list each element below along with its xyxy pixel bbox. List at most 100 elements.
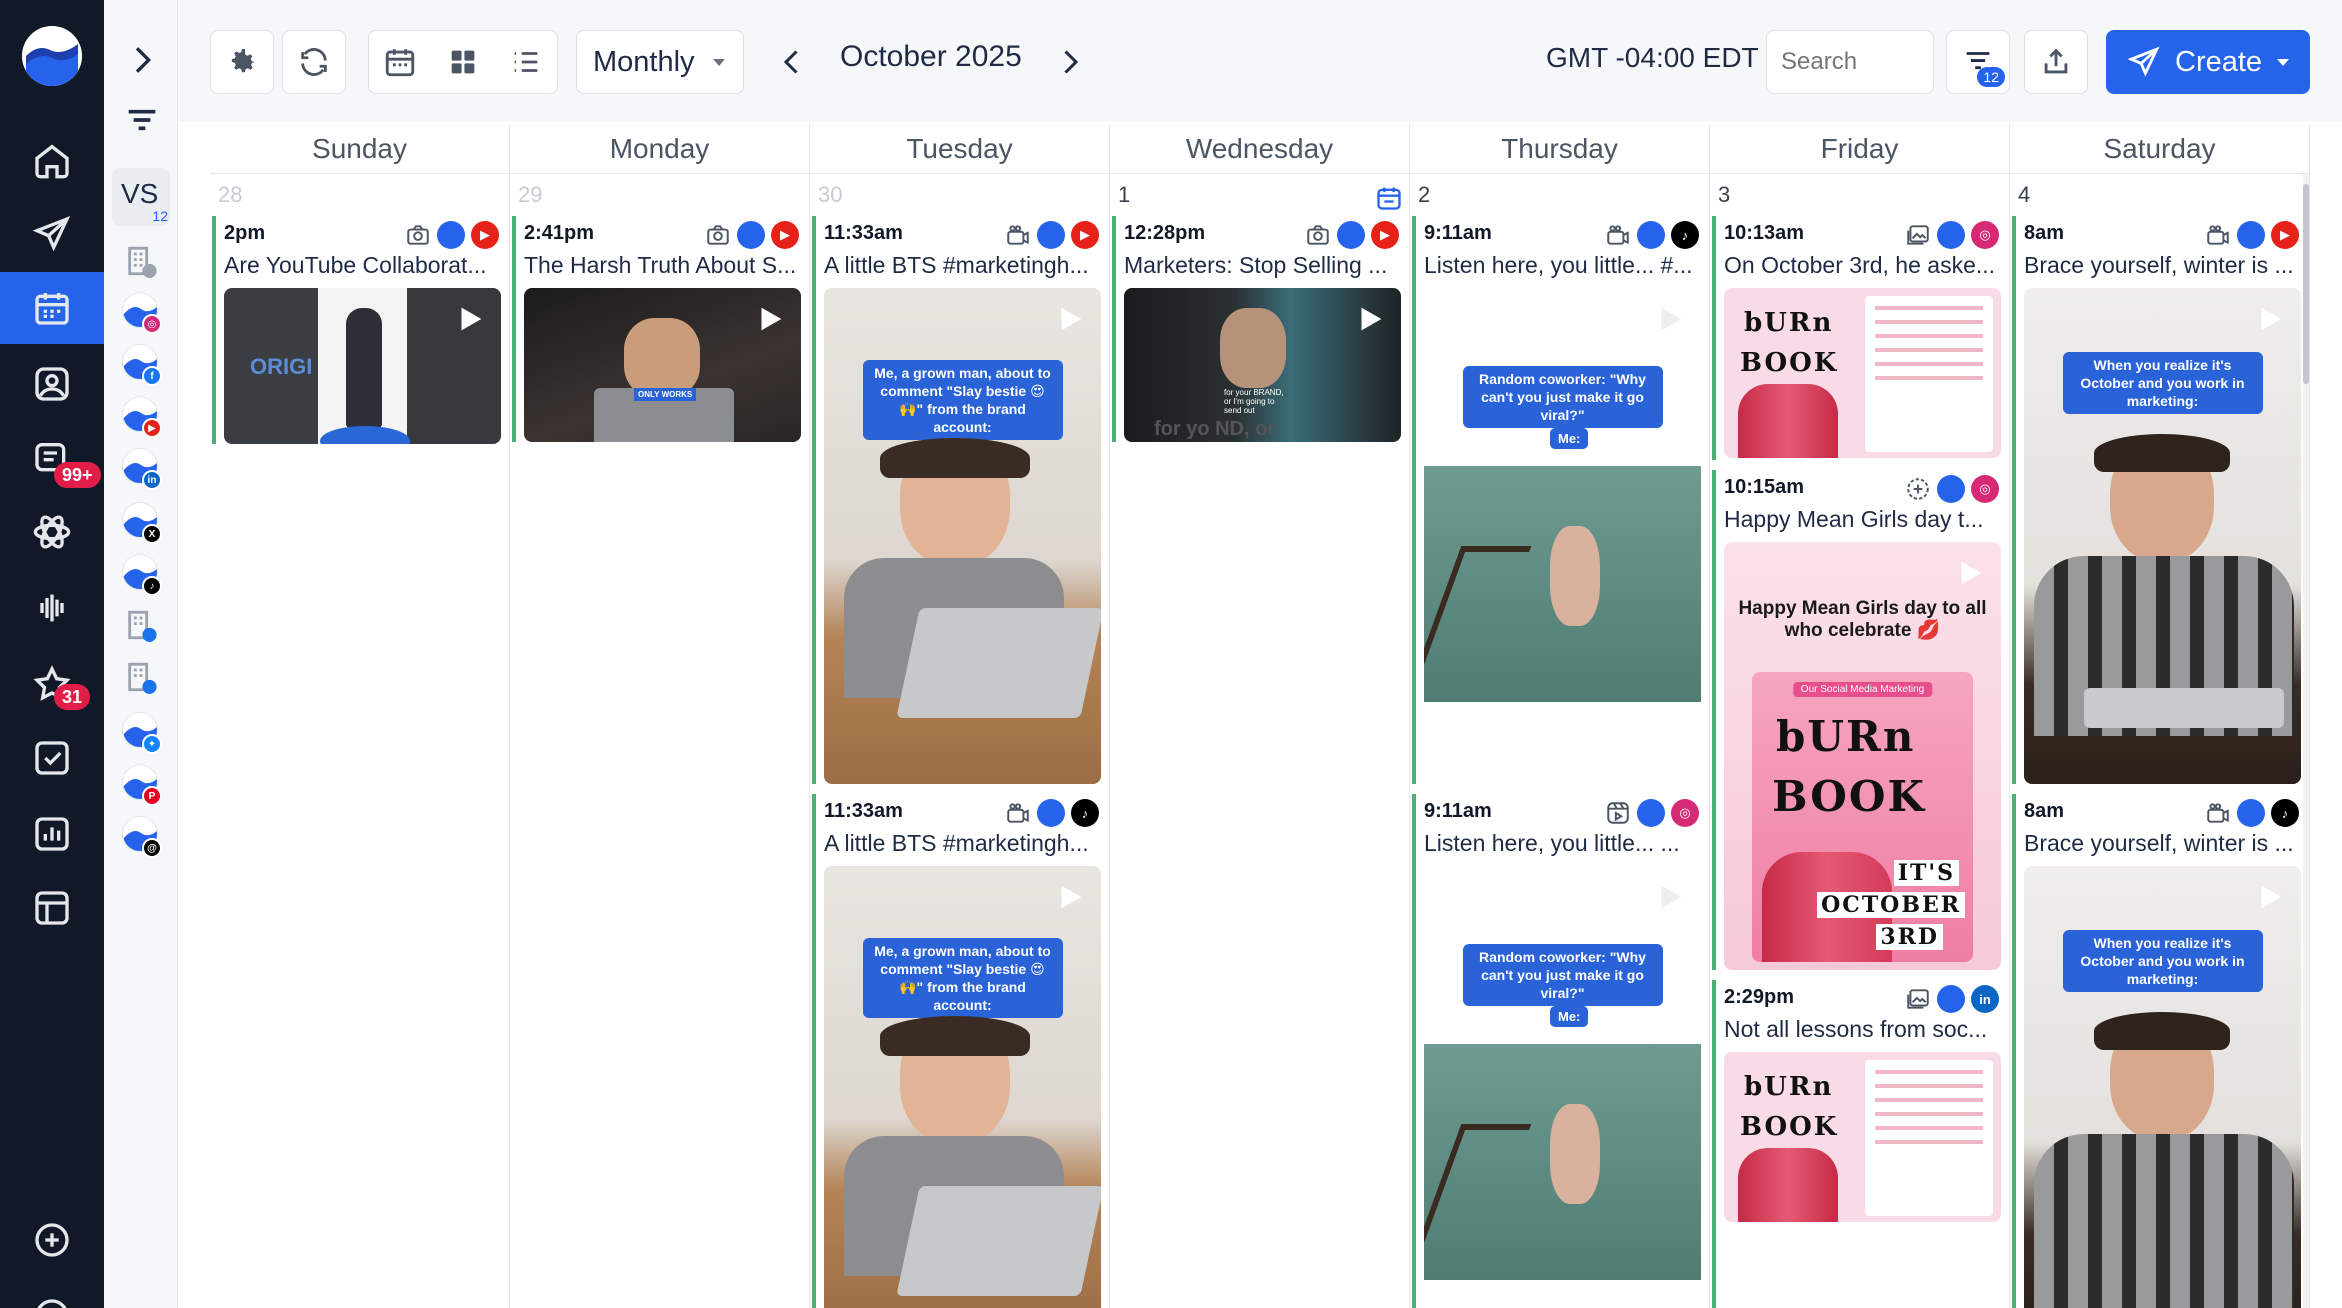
play-icon (1961, 561, 1982, 585)
post-card[interactable]: 8am ▶ Brace yourself, winter is ... When… (2012, 216, 2305, 784)
building-google-icon-2[interactable] (124, 660, 158, 694)
view-toggle-group (368, 30, 558, 94)
post-icons: ▶ (1005, 220, 1099, 250)
linkedin-icon: in (142, 470, 162, 490)
post-time: 2:41pm (524, 222, 595, 244)
day-header-monday: Monday (510, 124, 810, 174)
settings-button[interactable] (210, 30, 274, 94)
post-caption: On October 3rd, he aske... (1724, 252, 1996, 278)
next-month-button[interactable] (1052, 44, 1088, 80)
workspace-switcher[interactable]: VS 12 (112, 168, 170, 226)
burn-text: bURn (1744, 1072, 1834, 1102)
post-caption: Listen here, you little... ... (1424, 830, 1680, 856)
thumb-me-label: Me: (1550, 428, 1589, 449)
post-card[interactable]: 10:13am ◎ On October 3rd, he aske... bUR… (1712, 216, 2005, 460)
day-cell-monday[interactable]: 29 2:41pm ▶ The Harsh Truth About S... O… (510, 174, 810, 1308)
chevron-right-icon[interactable] (122, 40, 162, 80)
date-number: 30 (818, 182, 843, 207)
view-select[interactable]: Monthly (576, 30, 744, 94)
building-google-icon[interactable] (124, 608, 158, 642)
post-card[interactable]: 9:11am ◎ Listen here, you little... ... … (1412, 794, 1705, 1308)
post-icons: ♪ (1605, 220, 1699, 250)
account-avatar-icon (1637, 799, 1665, 827)
dashboard-nav[interactable] (0, 872, 104, 944)
thumb-overlay-text: When you realize it's October and you wo… (2062, 930, 2263, 992)
calendar-view-icon[interactable] (383, 45, 417, 79)
post-icons: ◎ (1905, 474, 1999, 504)
scrollbar-track[interactable] (2303, 174, 2309, 1308)
post-card[interactable]: 9:11am ♪ Listen here, you little... #...… (1412, 216, 1705, 784)
play-icon (2261, 307, 2282, 331)
post-time: 9:11am (1424, 222, 1492, 244)
scrollbar-thumb[interactable] (2303, 184, 2309, 384)
filter-lines-icon[interactable] (122, 100, 162, 140)
post-caption: Brace yourself, winter is ... (2024, 830, 2294, 856)
day-cell-thursday[interactable]: 2 9:11am ♪ Listen here, you little... #.… (1410, 174, 1710, 1308)
calendar-nav[interactable] (0, 272, 104, 344)
post-card[interactable]: 11:33am ▶ A little BTS #marketingh... Me… (812, 216, 1105, 784)
analytics-nav[interactable] (0, 798, 104, 870)
post-icons: ▶ (2205, 220, 2299, 250)
post-icons: ♪ (1005, 798, 1099, 828)
account-column: VS 12 ◎ f ▶ in X ♪ ✦ P @ (104, 0, 178, 1308)
thumb-heading: Happy Mean Girls day to all who celebrat… (1738, 598, 1987, 641)
timezone-label[interactable]: GMT -04:00 EDT (1546, 42, 1759, 74)
day-header-tuesday: Tuesday (810, 124, 1110, 174)
listening-nav[interactable] (0, 572, 104, 644)
day-cell-saturday[interactable]: 4 8am ▶ Brace yourself, winter is ... Wh… (2010, 174, 2310, 1308)
export-button[interactable] (2024, 30, 2088, 94)
tasks-nav[interactable] (0, 722, 104, 794)
inbox-nav[interactable]: 99+ (0, 422, 104, 494)
account-avatar-icon (1937, 985, 1965, 1013)
post-card[interactable]: 2:29pm in Not all lessons from soc... bU… (1712, 980, 2005, 1308)
post-icons: ◎ (1605, 798, 1699, 828)
post-time: 10:13am (1724, 222, 1805, 244)
linkedin-icon: in (1971, 985, 1999, 1013)
home-nav[interactable] (0, 124, 104, 196)
day-cell-sunday[interactable]: 28 2pm ▶ Are YouTube Collaborat... ORIGI (210, 174, 510, 1308)
youtube-icon: ▶ (1071, 221, 1099, 249)
post-card[interactable]: 2pm ▶ Are YouTube Collaborat... ORIGI (212, 216, 505, 444)
ai-nav[interactable] (0, 496, 104, 568)
grid-view-icon[interactable] (446, 45, 480, 79)
post-card[interactable]: 12:28pm ▶ Marketers: Stop Selling ... fo… (1112, 216, 1405, 442)
add-nav[interactable] (0, 1204, 104, 1276)
post-thumbnail: Me, a grown man, about to comment "Slay … (824, 288, 1101, 784)
post-card[interactable]: 11:33am ♪ A little BTS #marketingh... Me… (812, 794, 1105, 1308)
day-cell-friday[interactable]: 3 10:13am ◎ On October 3rd, he aske... b… (1710, 174, 2010, 1308)
calendar-today-icon[interactable] (1375, 184, 1403, 212)
thumb-caption: for yo ND, or (1154, 418, 1276, 440)
help-nav[interactable] (0, 1280, 104, 1308)
day-cell-tuesday[interactable]: 30 11:33am ▶ A little BTS #marketingh...… (810, 174, 1110, 1308)
post-thumbnail: When you realize it's October and you wo… (2024, 866, 2301, 1308)
building-icon[interactable] (124, 244, 158, 278)
brand-logo[interactable] (22, 26, 82, 86)
day-cell-wednesday[interactable]: 1 12:28pm ▶ Marketers: Stop Selling ... … (1110, 174, 1410, 1308)
caret-down-icon[interactable] (2271, 50, 2295, 74)
search-input[interactable] (1766, 30, 1934, 94)
post-icons: ▶ (405, 220, 499, 250)
person-face (624, 318, 700, 398)
laptop-shape (2084, 688, 2284, 728)
list-view-icon[interactable] (509, 45, 543, 79)
person-hair (2094, 1012, 2230, 1050)
post-card[interactable]: 2:41pm ▶ The Harsh Truth About S... ONLY… (512, 216, 805, 442)
post-card[interactable]: 8am ♪ Brace yourself, winter is ... When… (2012, 794, 2305, 1308)
media-nav[interactable] (0, 348, 104, 420)
pinterest-icon: P (142, 786, 162, 806)
month-label: October 2025 (840, 40, 1022, 73)
publish-nav[interactable] (0, 198, 104, 270)
story-dashed-icon (1907, 478, 1929, 500)
prev-month-button[interactable] (774, 44, 810, 80)
oct-text-3: 3RD (1876, 924, 1943, 950)
post-card[interactable]: 10:15am ◎ Happy Mean Girls day t... Happ… (1712, 470, 2005, 970)
filter-button[interactable]: 12 (1946, 30, 2010, 94)
post-caption: Happy Mean Girls day t... (1724, 506, 1984, 532)
checklist-card (1865, 1060, 1993, 1216)
refresh-button[interactable] (282, 30, 346, 94)
create-button[interactable]: Create (2106, 30, 2310, 94)
refresh-icon (301, 48, 327, 76)
reviews-nav[interactable]: 31 (0, 648, 104, 720)
account-avatar-icon (737, 221, 765, 249)
person-hair (2094, 434, 2230, 472)
